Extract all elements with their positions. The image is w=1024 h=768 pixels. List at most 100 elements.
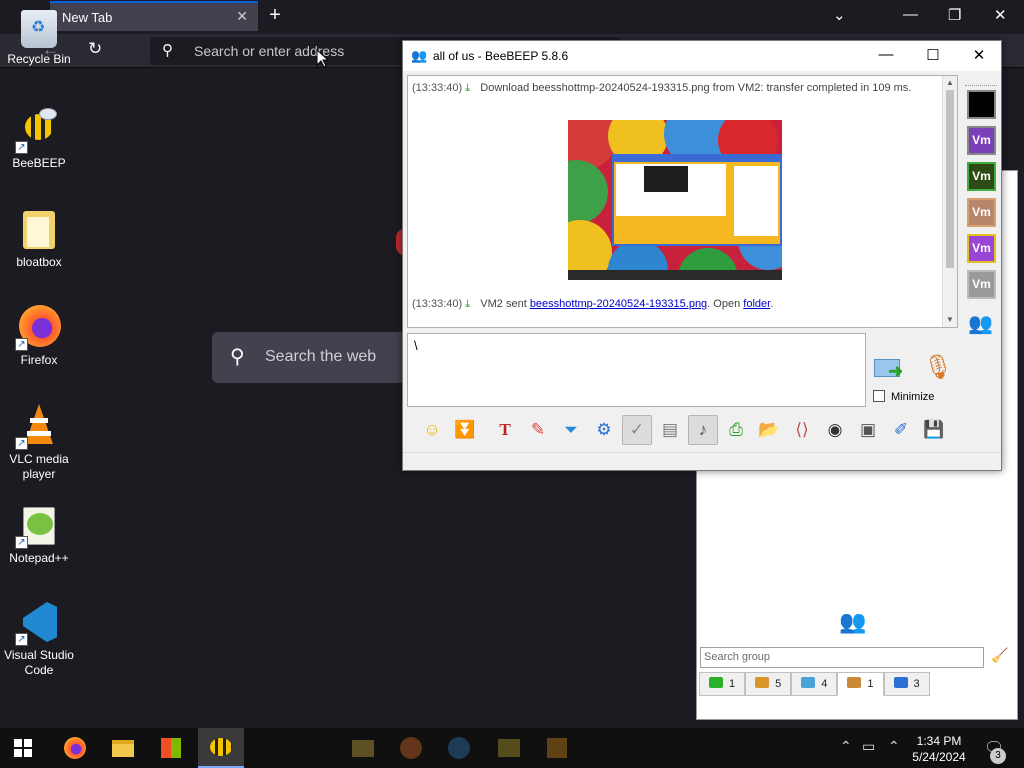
- user-avatar-vm[interactable]: Vm: [967, 198, 996, 227]
- desktop-icon-beebeep[interactable]: ↗ BeeBEEP: [0, 108, 78, 171]
- list-tabs-icon[interactable]: ⌄: [833, 6, 846, 24]
- tab-groups[interactable]: 1: [837, 672, 884, 696]
- chat-history[interactable]: (13:33:40) ⤓ Download beesshottmp-202405…: [407, 75, 958, 328]
- web-search-box[interactable]: ⚲ Search the web: [212, 332, 412, 383]
- desktop-icon-label: Visual Studio Code: [4, 648, 74, 677]
- scroll-up-icon[interactable]: ▲: [946, 78, 954, 87]
- edit-icon[interactable]: ✐: [886, 415, 916, 445]
- start-button[interactable]: [0, 728, 46, 768]
- send-folder-icon[interactable]: 📂: [754, 415, 784, 445]
- vm-label: Vm: [972, 277, 991, 291]
- minimize-checkbox[interactable]: Minimize: [873, 390, 934, 403]
- tab-users[interactable]: 5: [745, 672, 792, 696]
- maximize-icon[interactable]: ☐: [918, 46, 948, 64]
- tab-network[interactable]: 3: [883, 672, 930, 696]
- scroll-down-icon[interactable]: ▼: [946, 315, 954, 324]
- filter-icon[interactable]: ⏷: [556, 415, 586, 445]
- vm-label: Vm: [972, 169, 991, 183]
- desktop-icon-firefox[interactable]: ↗ Firefox: [0, 305, 78, 368]
- tab-chats[interactable]: 1: [699, 672, 746, 696]
- user-avatar-vm[interactable]: Vm: [967, 270, 996, 299]
- new-tab-button[interactable]: +: [264, 4, 286, 27]
- shortcut-arrow-icon: ↗: [15, 338, 28, 351]
- close-tab-icon[interactable]: ✕: [236, 8, 248, 25]
- message-time: (13:33:40): [412, 298, 463, 310]
- tab-count: 3: [913, 678, 920, 690]
- group-members-icon[interactable]: 👥: [968, 311, 993, 336]
- taskbar-firefox[interactable]: [52, 728, 98, 768]
- font-icon[interactable]: T: [490, 415, 520, 445]
- notification-count-badge: 3: [990, 748, 1006, 764]
- clear-filter-icon[interactable]: 🧹: [991, 647, 1008, 664]
- save-chat-icon[interactable]: 💾: [919, 415, 949, 445]
- desktop-icon-recycle-bin[interactable]: ♻ Recycle Bin: [0, 10, 78, 67]
- chats-icon: [801, 677, 816, 688]
- minimize-icon[interactable]: —: [903, 6, 918, 23]
- user-avatar-vm[interactable]: Vm: [967, 126, 996, 155]
- scrollbar-thumb[interactable]: [946, 90, 954, 268]
- beebeep-group-icon: 👥: [411, 48, 428, 63]
- taskbar-store[interactable]: [148, 728, 194, 768]
- store-icon: [161, 738, 181, 758]
- send-file-icon[interactable]: ⎙: [721, 415, 751, 445]
- settings-gear-icon[interactable]: ⚙: [589, 415, 619, 445]
- minimize-icon[interactable]: —: [871, 46, 901, 63]
- shortcut-arrow-icon: ↗: [15, 633, 28, 646]
- message-input-value: \: [414, 338, 418, 353]
- chat-toolbar: ☺ ⏬ T ✎ ⏷ ⚙ ✓ ▤ ♪ ⎙ 📂 ⟨⟩ ◉ ▣ ✐ 💾: [407, 413, 997, 447]
- chat-scrollbar[interactable]: ▲ ▼: [942, 76, 957, 327]
- screenshot-icon[interactable]: ◉: [820, 415, 850, 445]
- desktop-icon-vscode[interactable]: ↗ Visual Studio Code: [0, 600, 78, 678]
- checkbox-box[interactable]: [873, 390, 885, 402]
- close-icon[interactable]: ✕: [964, 46, 994, 64]
- emoticons-icon[interactable]: ☺: [417, 415, 447, 445]
- browser-tab[interactable]: New Tab ✕: [50, 1, 258, 31]
- send-message-icon[interactable]: ➜: [874, 355, 908, 381]
- message-suffix: .: [770, 298, 774, 310]
- microphone-icon[interactable]: 🎙: [923, 353, 953, 382]
- show-hidden-icons[interactable]: ⌃: [888, 738, 900, 755]
- desktop-icon-label: Recycle Bin: [7, 52, 71, 66]
- clear-chat-icon[interactable]: ▣: [853, 415, 883, 445]
- group-icon: [847, 677, 862, 688]
- vm-label: Vm: [972, 133, 991, 147]
- vm-label: Vm: [972, 205, 991, 219]
- taskbar-beebeep[interactable]: [198, 728, 244, 768]
- sound-icon[interactable]: ♪: [688, 415, 718, 445]
- taskbar-file-explorer[interactable]: [100, 728, 146, 768]
- desktop-icon-label: Firefox: [20, 353, 58, 367]
- network-icon[interactable]: ▭: [862, 738, 875, 755]
- tab-count: 1: [729, 678, 736, 690]
- user-avatar-vm[interactable]: Vm: [967, 234, 996, 263]
- expand-emoticons-icon[interactable]: ⏬: [450, 415, 480, 445]
- shortcut-arrow-icon: ↗: [15, 141, 28, 154]
- search-group-input[interactable]: Search group: [700, 647, 984, 668]
- tray-overflow-icon[interactable]: ⌃: [840, 738, 852, 755]
- message-input[interactable]: \: [407, 333, 866, 407]
- desktop-icon-bloatbox[interactable]: bloatbox: [0, 207, 78, 270]
- clock-date: 5/24/2024: [912, 750, 966, 764]
- file-link[interactable]: beesshottmp-20240524-193315.png: [530, 298, 707, 310]
- close-window-icon[interactable]: ✕: [994, 6, 1007, 24]
- taskbar-clock[interactable]: 1:34 PM 5/24/2024: [905, 733, 973, 765]
- tab-conversations[interactable]: 4: [791, 672, 838, 696]
- vlc-icon: ↗: [15, 404, 61, 450]
- group-panel-tabs: 1 5 4 1 3: [699, 672, 930, 698]
- word-complete-icon[interactable]: ▤: [655, 415, 685, 445]
- vscode-icon: ↗: [15, 600, 61, 646]
- spellcheck-icon[interactable]: ✓: [622, 415, 652, 445]
- beebeep-icon: [210, 738, 232, 756]
- image-thumbnail[interactable]: [568, 120, 782, 280]
- reload-icon[interactable]: ↻: [88, 39, 102, 59]
- firefox-icon: [400, 737, 422, 759]
- desktop-icon-vlc[interactable]: ↗ VLC media player: [0, 404, 78, 482]
- desktop-icon-notepadpp[interactable]: ↗ Notepad++: [0, 503, 78, 566]
- font-color-icon[interactable]: ✎: [523, 415, 553, 445]
- user-avatar-self[interactable]: [967, 90, 996, 119]
- user-avatar-vm[interactable]: Vm: [967, 162, 996, 191]
- folder-link[interactable]: folder: [743, 298, 770, 310]
- code-icon[interactable]: ⟨⟩: [787, 415, 817, 445]
- message-middle: . Open: [707, 298, 741, 310]
- search-group-placeholder: Search group: [704, 651, 771, 663]
- restore-icon[interactable]: ❐: [948, 6, 961, 24]
